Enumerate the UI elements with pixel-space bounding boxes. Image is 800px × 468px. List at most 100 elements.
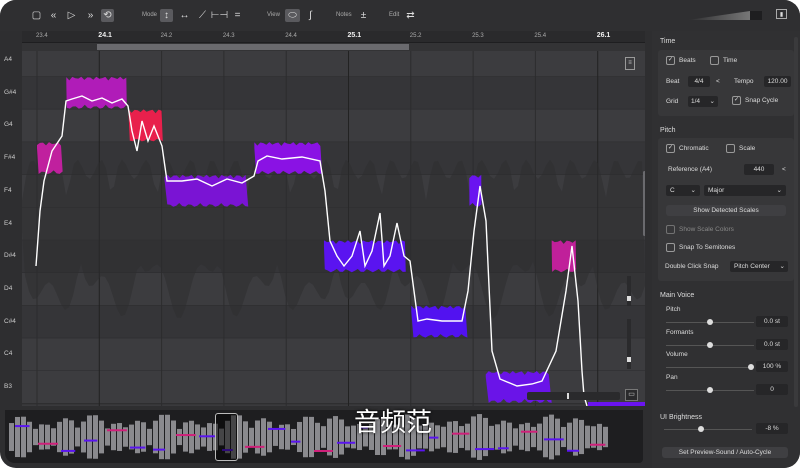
pitch-tool-icon[interactable]: ↕ (160, 9, 173, 22)
slider-knob[interactable] (707, 341, 713, 348)
overview-wave-segment (561, 426, 566, 448)
zoom-level-end (750, 11, 762, 20)
slider-knob[interactable] (707, 386, 713, 393)
fast-forward-icon[interactable]: » (84, 9, 97, 22)
volume-slider[interactable] (666, 364, 754, 370)
ui-brightness-slider[interactable] (664, 426, 752, 432)
ruler-tick: 23.4 (36, 33, 48, 39)
note-blob[interactable] (164, 174, 249, 207)
scale-mode-value: Major (708, 187, 725, 194)
panel-toggle-icon[interactable]: ▮ (776, 9, 787, 19)
overview-viewport-handle[interactable] (215, 413, 238, 461)
overview-wave-segment (99, 420, 104, 454)
time-checkbox[interactable] (710, 56, 719, 65)
tempo-field[interactable]: 120.00 (764, 76, 791, 87)
overview-wave-segment (285, 424, 290, 450)
pitch-grid[interactable]: ≡ ▭ (22, 51, 645, 406)
chromatic-checkbox[interactable]: ✓ (666, 144, 675, 153)
reference-arrow[interactable]: < (782, 166, 786, 173)
key-label: F4 (4, 186, 12, 194)
align-tool-icon[interactable]: = (231, 9, 244, 22)
note-blob[interactable] (588, 402, 645, 406)
double-click-snap-select[interactable]: Pitch Center ⌄ (730, 261, 788, 272)
split-tool-icon[interactable]: ⊢⊣ (211, 9, 228, 22)
overview-wave-segment (519, 424, 524, 450)
scroll-thumb[interactable] (97, 44, 409, 50)
overview-wave-segment (165, 414, 170, 460)
notes-plusminus-icon[interactable]: ± (357, 9, 370, 22)
notes-label: Notes (336, 12, 352, 18)
overview-wave-segment (477, 414, 482, 460)
draw-tool-icon[interactable]: ⟋ (196, 9, 209, 22)
pitch-label: Pitch (666, 306, 681, 313)
grid-select[interactable]: 1/4 ⌄ (688, 96, 718, 107)
volume-label: Volume (666, 351, 688, 358)
note-editor-canvas[interactable] (22, 51, 645, 406)
beat-ruler[interactable]: 23.4 24.1 24.2 24.3 24.4 25.1 25.2 25.3 25.4 26.1 (22, 31, 645, 43)
show-scale-colors-checkbox[interactable] (666, 225, 675, 234)
scale-checkbox[interactable] (726, 144, 735, 153)
reference-field[interactable]: 440 (744, 164, 774, 175)
slider-knob[interactable] (698, 426, 705, 432)
watermark: 音频范 (354, 408, 433, 438)
overview-note (153, 448, 166, 451)
ui-brightness-value: -8 % (756, 423, 788, 434)
overview-note (245, 445, 265, 448)
slider-knob[interactable] (748, 364, 754, 370)
overview-strip[interactable] (5, 410, 643, 463)
blob-view-icon[interactable]: ⬭ (285, 9, 300, 22)
stop-icon[interactable]: ▢ (30, 9, 43, 22)
curve-view-icon[interactable]: ∫ (304, 9, 317, 22)
side-panel-scrollbar[interactable] (794, 37, 798, 407)
ruler-tick: 24.2 (160, 33, 173, 39)
beat-label: Beat (666, 78, 680, 85)
overview-wave-segment (93, 415, 98, 459)
scale-mode-select[interactable]: Major ⌄ (704, 185, 786, 196)
snap-cycle-checkbox[interactable]: ✓ (732, 96, 741, 105)
horizontal-scrollbar[interactable] (22, 43, 645, 51)
grid-label: Grid (666, 98, 679, 105)
key-select[interactable]: C ⌄ (666, 185, 700, 196)
time-tool-icon[interactable]: ↔ (178, 9, 191, 22)
beat-field[interactable]: 4/4 (688, 76, 710, 87)
horizontal-zoom-slider[interactable] (527, 392, 620, 400)
overview-wave-segment (111, 423, 116, 451)
formants-slider[interactable] (666, 341, 754, 348)
overview-wave-segment (441, 426, 446, 448)
edit-swap-icon[interactable]: ⇄ (404, 9, 417, 22)
show-scale-colors-label: Show Scale Colors (679, 226, 734, 233)
vertical-zoom-slider[interactable] (627, 276, 631, 306)
vertical-scrollbar[interactable] (643, 171, 645, 236)
snap-semitones-checkbox[interactable] (666, 243, 675, 252)
collapse-icon[interactable]: ▭ (625, 389, 638, 401)
key-label: B3 (4, 383, 12, 390)
view-label: View (267, 12, 280, 18)
note-blob[interactable] (66, 76, 127, 109)
zoom-level-wedge[interactable] (688, 11, 750, 20)
key-label: E4 (4, 219, 12, 227)
vertical-level-slider[interactable] (627, 319, 631, 369)
beat-arrow[interactable]: < (716, 78, 720, 85)
overview-note (199, 435, 216, 438)
pitch-slider[interactable] (666, 319, 754, 325)
overview-wave-segment (327, 418, 332, 456)
pitch-value: 0.0 st (756, 316, 788, 327)
show-detected-scales-button[interactable]: Show Detected Scales (666, 205, 786, 216)
play-icon[interactable]: ▷ (65, 9, 78, 22)
rewind-icon[interactable]: « (47, 9, 60, 22)
loop-icon[interactable]: ⟲ (101, 9, 114, 22)
overview-wave-segment (315, 422, 320, 452)
pan-label: Pan (666, 373, 678, 381)
slider-knob[interactable] (707, 319, 713, 325)
key-label: G#4 (4, 88, 17, 96)
fit-icon[interactable]: ≡ (625, 57, 635, 70)
preview-sound-button[interactable]: Set Preview-Sound / Auto-Cycle (662, 447, 788, 458)
double-click-snap-value: Pitch Center (734, 263, 770, 270)
overview-wave-segment (459, 426, 464, 448)
ruler-tick: 24.4 (285, 33, 297, 39)
beats-checkbox[interactable]: ✓ (666, 56, 675, 65)
pan-slider[interactable] (666, 386, 754, 393)
volume-value: 100 % (756, 361, 788, 372)
overview-note (268, 427, 286, 430)
overview-wave-segment (153, 420, 158, 454)
